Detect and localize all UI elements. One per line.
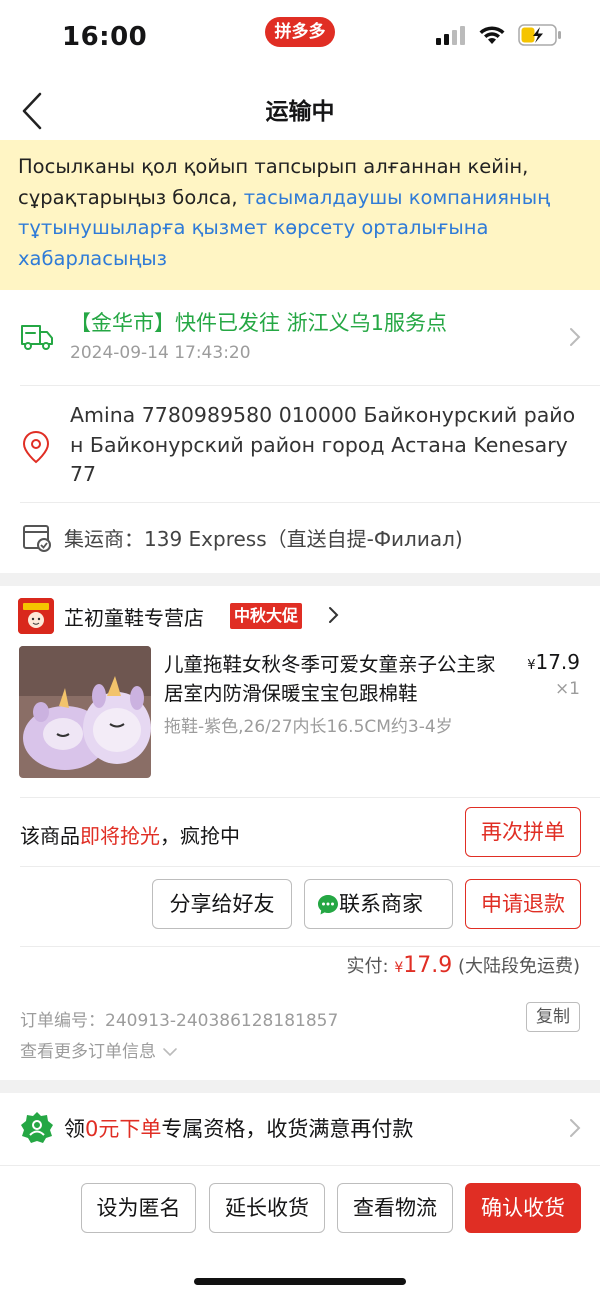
store-name[interactable]: 芷初童鞋专营店 (64, 602, 204, 631)
request-refund-button[interactable]: 申请退款 (465, 879, 581, 929)
logistics-time: 2024-09-14 17:43:20 (70, 343, 251, 363)
shipper-text: 集运商：139 Express（直送自提-Филиал) (64, 527, 463, 551)
hot-selling-text: 该商品即将抢光，疯抢中 (20, 820, 240, 849)
payment-summary: 实付: ¥17.9 (大陆段免运费) (0, 952, 600, 992)
location-pin-icon (22, 430, 50, 464)
chevron-down-icon (163, 1048, 178, 1057)
logistics-row[interactable]: 【金华市】快件已发往 浙江义乌1服务点 2024-09-14 17:43:20 (0, 290, 600, 385)
price-value: 17.9 (535, 650, 580, 674)
store-logo (18, 598, 54, 634)
product-spec: 拖鞋-紫色,26/27内长16.5CM约3-4岁 (164, 717, 453, 737)
payment-label: 实付: (346, 956, 395, 977)
signal-icon (436, 26, 465, 45)
chevron-right-icon (570, 1119, 581, 1137)
notice-banner: Посылканы қол қойып тапсырып алғаннан ке… (0, 140, 600, 290)
contact-seller-label: 联系商家 (339, 892, 423, 916)
divider (20, 946, 600, 947)
home-indicator[interactable] (194, 1278, 406, 1285)
chevron-right-icon (329, 607, 339, 623)
section-gap (0, 573, 600, 586)
shipper-row: 集运商：139 Express（直送自提-Филиал) (0, 503, 600, 573)
status-icons (436, 24, 562, 46)
coupon-highlight: 0元下单 (85, 1117, 162, 1141)
status-time: 16:00 (62, 22, 148, 52)
pinduoduo-badge[interactable]: 拼多多 (265, 17, 335, 47)
hot-suffix: ，疯抢中 (160, 824, 240, 848)
set-anonymous-button[interactable]: 设为匿名 (81, 1183, 196, 1233)
free-order-badge-icon (21, 1112, 53, 1143)
more-order-info-link[interactable]: 查看更多订单信息 (20, 1037, 179, 1062)
nav-bar: 运输中 (0, 78, 600, 140)
hot-prefix: 该商品 (20, 824, 80, 848)
truck-icon (21, 325, 53, 350)
status-bar: 16:00 拼多多 (0, 0, 600, 78)
address-row: Amina 7780989580 010000 Байконурский рай… (0, 386, 600, 502)
contact-seller-button[interactable]: 联系商家 (304, 879, 453, 929)
bottom-action-bar: 设为匿名 延长收货 查看物流 确认收货 (0, 1165, 600, 1297)
coupon-suffix: 专属资格，收货满意再付款 (161, 1117, 414, 1141)
page-title: 运输中 (265, 99, 335, 125)
product-title[interactable]: 儿童拖鞋女秋冬季可爱女童亲子公主家居室内防滑保暖宝宝包跟棉鞋 (164, 650, 509, 708)
store-header[interactable]: 芷初童鞋专营店 中秋大促 (0, 586, 600, 644)
buy-again-button[interactable]: 再次拼单 (465, 807, 581, 857)
share-button[interactable]: 分享给好友 (152, 879, 292, 929)
free-order-banner[interactable]: 领0元下单专属资格，收货满意再付款 (0, 1093, 600, 1163)
view-logistics-button[interactable]: 查看物流 (337, 1183, 453, 1233)
more-order-info-label: 查看更多订单信息 (20, 1042, 156, 1062)
confirm-receipt-button[interactable]: 确认收货 (465, 1183, 581, 1233)
order-info: 订单编号：240913-240386128181857 复制 查看更多订单信息 (0, 1000, 600, 1070)
payment-note: (大陆段免运费) (452, 956, 580, 977)
coupon-prefix: 领 (64, 1117, 85, 1141)
hot-highlight: 即将抢光 (80, 824, 160, 848)
address-text: Amina 7780989580 010000 Байконурский рай… (70, 403, 576, 486)
unicorn-slipper-image (19, 646, 151, 778)
chevron-right-icon (570, 328, 581, 346)
logistics-status: 【金华市】快件已发往 浙江义乌1服务点 (70, 311, 448, 335)
payment-amount: 17.9 (403, 953, 453, 978)
product-image[interactable] (19, 646, 151, 778)
extend-receipt-button[interactable]: 延长收货 (209, 1183, 325, 1233)
payment-currency: ¥ (394, 960, 404, 976)
section-gap (0, 1080, 600, 1093)
hot-selling-row: 该商品即将抢光，疯抢中 再次拼单 (0, 798, 600, 866)
product-item[interactable]: 儿童拖鞋女秋冬季可爱女童亲子公主家居室内防滑保暖宝宝包跟棉鞋 拖鞋-紫色,26/… (0, 646, 600, 796)
wifi-icon (479, 26, 505, 44)
order-actions: 分享给好友 联系商家 申请退款 (0, 866, 600, 946)
chat-icon (318, 895, 338, 915)
product-price: ¥17.9 (527, 650, 580, 674)
product-quantity: ×1 (554, 679, 580, 699)
battery-charging-icon (518, 24, 561, 46)
copy-button[interactable]: 复制 (526, 1002, 580, 1032)
consolidator-icon (23, 525, 51, 552)
store-logo-icon (18, 598, 54, 634)
free-order-text: 领0元下单专属资格，收货满意再付款 (64, 1113, 413, 1143)
order-number: 订单编号：240913-240386128181857 (20, 1011, 339, 1031)
promo-badge: 中秋大促 (230, 603, 303, 629)
